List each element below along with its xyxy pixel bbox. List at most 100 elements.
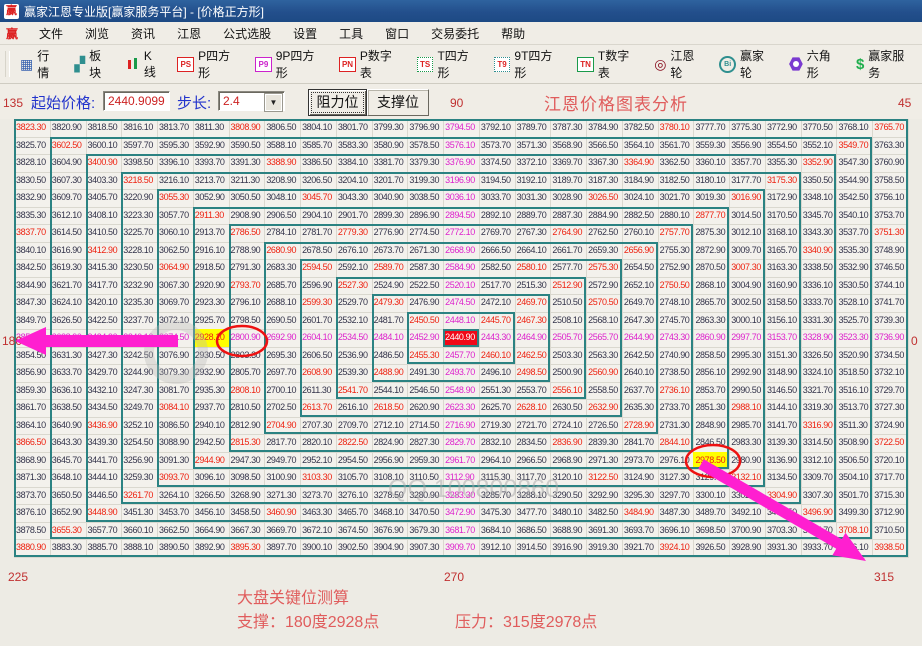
gann-cell: 2764.90 (550, 224, 587, 243)
gann-cell: 2860.90 (693, 329, 730, 348)
gann-cell: 2721.70 (515, 417, 552, 436)
gann-cell: 3362.50 (658, 154, 695, 173)
gann-cell: 3172.90 (765, 189, 802, 208)
gann-cell: 3609.70 (50, 189, 87, 208)
gann-cell: 2901.70 (336, 207, 373, 226)
gann-cell: 3184.90 (622, 172, 659, 191)
gann-cell: 3456.10 (193, 504, 230, 523)
menu-item-1[interactable]: 浏览 (74, 25, 120, 42)
toolbar-item-P数字表[interactable]: PNP数字表 (332, 49, 410, 79)
gann-cell: 2484.10 (372, 329, 409, 348)
gann-cell: 3276.10 (336, 487, 373, 506)
gann-cell: 3355.30 (765, 154, 802, 173)
gann-cell: 2445.70 (479, 312, 516, 331)
step-select[interactable]: 2.4▼ (218, 91, 285, 111)
gann-cell: 3868.90 (14, 452, 51, 471)
gann-cell: 3199.30 (407, 172, 444, 191)
dollar-icon: $ (856, 56, 864, 73)
gann-cell: 2553.70 (515, 382, 552, 401)
menu-item-8[interactable]: 交易委托 (420, 25, 490, 42)
gann-cell: 3050.50 (229, 189, 266, 208)
gann-cell: 2462.50 (515, 347, 552, 366)
gann-cell: 3292.90 (586, 487, 623, 506)
toolbar-item-六角形[interactable]: 六角形 (782, 49, 849, 79)
menu-item-0[interactable]: 文件 (28, 25, 74, 42)
toolbar-item-赢家轮[interactable]: Bi赢家轮 (712, 49, 782, 79)
menu-item-4[interactable]: 公式选股 (212, 25, 282, 42)
gann-cell: 2534.50 (336, 329, 373, 348)
gann-cell: 3650.50 (50, 487, 87, 506)
menu-item-9[interactable]: 帮助 (490, 25, 536, 42)
gann-cell: 2848.90 (693, 417, 730, 436)
gann-cell: 3223.30 (121, 207, 158, 226)
gann-cell: 3216.10 (157, 172, 194, 191)
gann-cell: 3900.10 (300, 539, 337, 558)
gann-cell: 3314.50 (801, 434, 838, 453)
toolbar-item-P四方形[interactable]: PSP四方形 (170, 49, 248, 79)
gann-cell: 3230.50 (121, 259, 158, 278)
gann-cell: 2656.90 (622, 242, 659, 261)
gann-cell: 3307.30 (801, 487, 838, 506)
gann-cell: 2779.30 (336, 224, 373, 243)
gann-cell: 2695.30 (264, 347, 301, 366)
menu-item-7[interactable]: 窗口 (374, 25, 420, 42)
gann-cell: 3000.10 (729, 312, 766, 331)
gann-cell: 3074.50 (157, 329, 194, 348)
toolbar-item-K线[interactable]: K线 (119, 49, 170, 79)
gann-cell: 2851.30 (693, 399, 730, 418)
chevron-down-icon[interactable]: ▼ (265, 94, 282, 111)
gann-cell: 3477.70 (515, 504, 552, 523)
gann-cell: 3912.10 (479, 539, 516, 558)
gann-cell: 3883.30 (50, 539, 87, 558)
winner-wheel-icon: Bi (719, 56, 736, 73)
gann-cell: 2685.70 (264, 277, 301, 296)
degree-label-180: 180 (2, 334, 22, 348)
menu-item-2[interactable]: 资讯 (120, 25, 166, 42)
menu-item-5[interactable]: 设置 (282, 25, 328, 42)
gann-cell: 3916.90 (550, 539, 587, 558)
gann-cell: 2829.70 (443, 434, 480, 453)
gann-cell: 2464.90 (515, 329, 552, 348)
gann-cell: 2743.30 (658, 329, 695, 348)
gann-cell: 2956.90 (372, 452, 409, 471)
gann-cell: 2877.70 (693, 207, 730, 226)
gann-cell: 2839.30 (586, 434, 623, 453)
toolbar-item-板块[interactable]: ▞板块 (67, 49, 119, 79)
gann-cell: 2604.10 (300, 329, 337, 348)
menu-item-3[interactable]: 江恩 (166, 25, 212, 42)
toolbar-item-赢家服务[interactable]: $赢家服务 (849, 49, 922, 79)
gann-cell: 2947.30 (229, 452, 266, 471)
gann-cell: 3309.70 (801, 469, 838, 488)
gann-cell: 2884.90 (586, 207, 623, 226)
toolbar-item-T数字表[interactable]: TNT数字表 (570, 49, 647, 79)
gann-cell: 3523.30 (836, 329, 873, 348)
resistance-button[interactable]: 阻力位 (308, 89, 367, 116)
toolbar-item-江恩轮[interactable]: ◎江恩轮 (647, 49, 712, 79)
gann-cell: 3873.70 (14, 487, 51, 506)
gann-cell: 2666.50 (479, 242, 516, 261)
window-title: 赢家江恩专业版[赢家服务平台] - [价格正方形] (24, 3, 264, 20)
toolbar-item-9T四方形[interactable]: T99T四方形 (487, 49, 570, 79)
gann-cell: 3604.90 (50, 154, 87, 173)
gann-cell: 3482.50 (586, 504, 623, 523)
gann-cell: 2616.10 (336, 399, 373, 418)
support-button[interactable]: 支撑位 (367, 89, 429, 116)
gann-cell: 3201.70 (372, 172, 409, 191)
gann-cell: 3590.50 (229, 137, 266, 156)
gann-cell: 3717.70 (872, 469, 909, 488)
gann-cell: 2498.50 (515, 364, 552, 383)
gann-cell: 2568.10 (586, 312, 623, 331)
gann-cell: 2736.10 (658, 382, 695, 401)
gann-cell: 3247.30 (121, 382, 158, 401)
gann-cell: 3031.30 (515, 189, 552, 208)
gann-cell: 3914.50 (515, 539, 552, 558)
gann-cell: 3876.10 (14, 504, 51, 523)
toolbar-item-行情[interactable]: ▦行情 (13, 49, 67, 79)
start-price-input[interactable]: 2440.9099 (103, 91, 170, 111)
controls-bar: 135 起始价格: 2440.9099 步长: 2.4▼ 阻力位 支撑位 90 … (0, 84, 922, 119)
gann-cell: 2923.30 (193, 294, 230, 313)
toolbar-item-T四方形[interactable]: TST四方形 (410, 49, 487, 79)
toolbar-item-9P四方形[interactable]: P99P四方形 (248, 49, 332, 79)
gann-cell: 2875.30 (693, 224, 730, 243)
menu-item-6[interactable]: 工具 (328, 25, 374, 42)
